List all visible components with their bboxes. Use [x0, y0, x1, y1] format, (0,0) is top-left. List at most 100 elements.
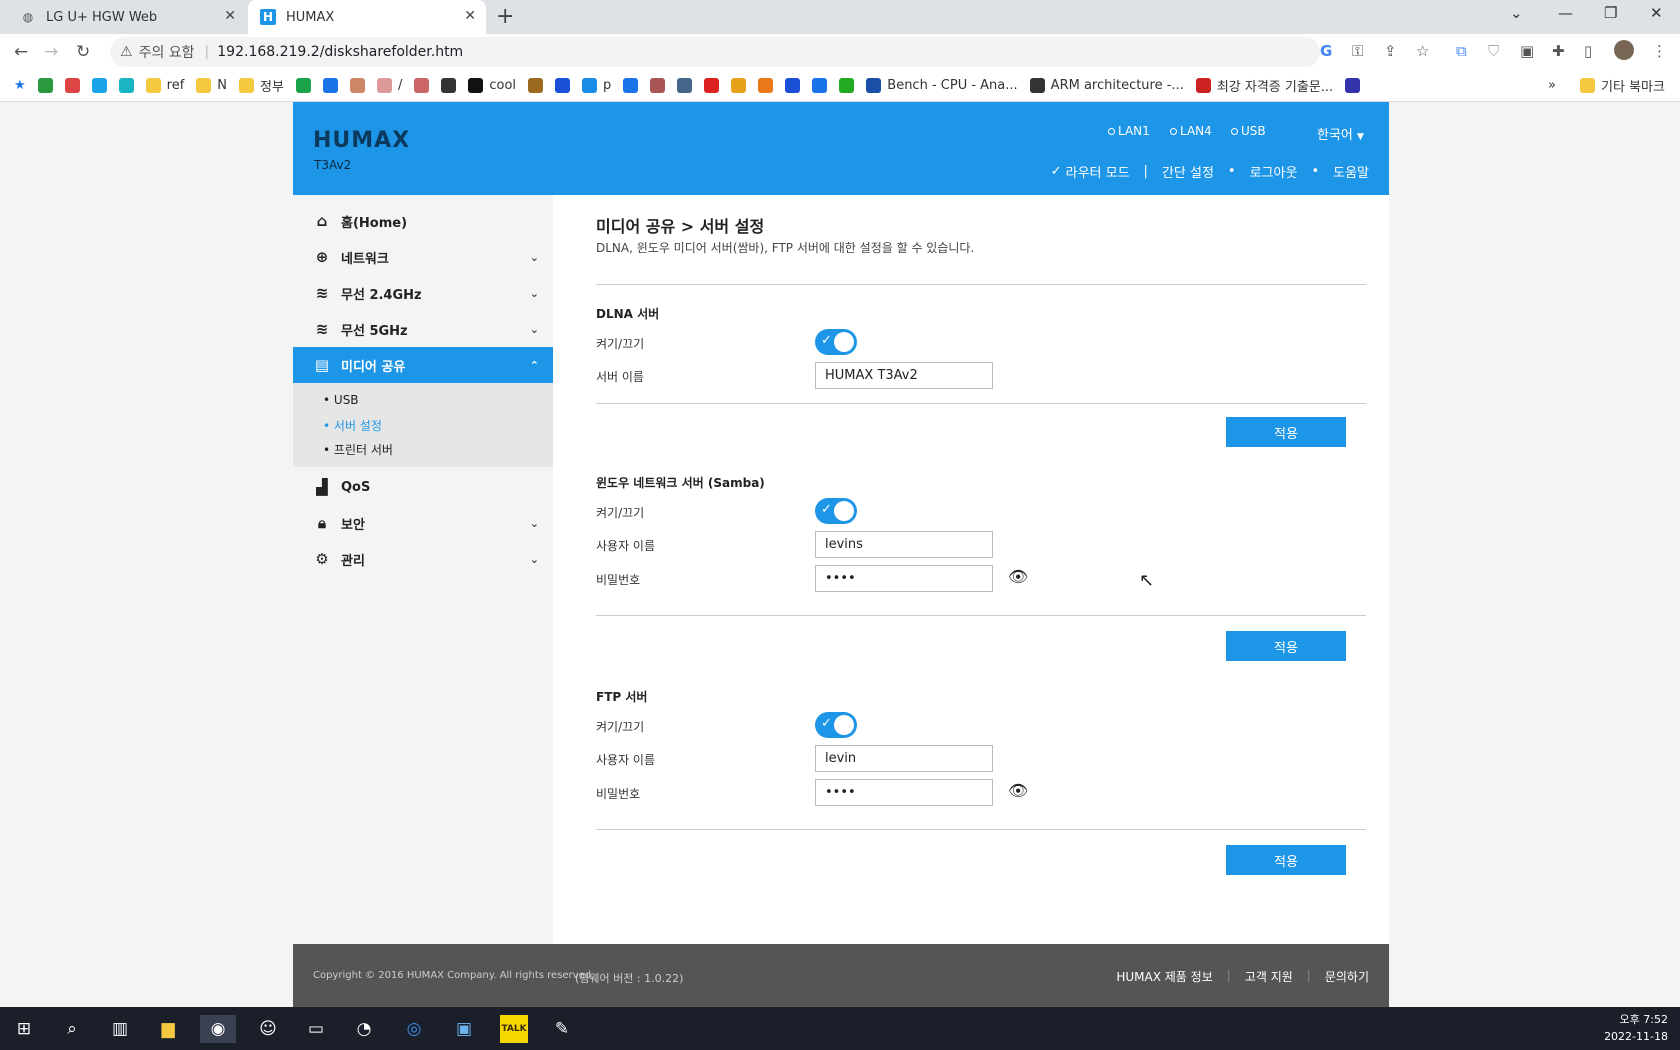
side-panel-icon[interactable]: ▯ — [1584, 42, 1592, 60]
contact-link[interactable]: 문의하기 — [1325, 968, 1369, 985]
router-mode-link[interactable]: 라우터 모드 — [1066, 162, 1130, 181]
bookmark-item[interactable]: cool — [468, 76, 516, 95]
samba-toggle[interactable]: ✓ — [815, 498, 857, 524]
sidebar-item-wifi-24[interactable]: ≋ 무선 2.4GHz ⌄ — [293, 275, 553, 311]
bookmark-item[interactable] — [785, 76, 801, 95]
ftp-toggle[interactable]: ✓ — [815, 712, 857, 738]
app-icon[interactable]: ☺ — [254, 1015, 282, 1043]
close-tab-icon[interactable]: ✕ — [224, 8, 236, 24]
submenu-item-server-settings[interactable]: • 서버 설정 — [323, 417, 382, 434]
bookmark-item[interactable]: ARM architecture -... — [1029, 76, 1184, 95]
eye-icon[interactable]: 👁︎ — [1008, 567, 1028, 586]
bookmark-item[interactable] — [839, 76, 855, 95]
language-select[interactable]: 한국어 ▼ — [1317, 124, 1364, 143]
translate-icon[interactable]: ⧉ — [1456, 42, 1467, 60]
file-explorer-icon[interactable]: ▆ — [154, 1015, 182, 1043]
puzzle-icon[interactable]: ✚ — [1552, 42, 1565, 60]
bookmark-item[interactable] — [295, 76, 311, 95]
key-icon[interactable]: ⚿ — [1352, 42, 1363, 60]
bookmark-item[interactable] — [758, 76, 774, 95]
search-icon[interactable]: ⌕ — [58, 1015, 86, 1043]
chrome-icon[interactable]: ◉ — [200, 1015, 236, 1043]
star-icon[interactable]: ☆ — [1416, 42, 1429, 60]
bookmark-item[interactable]: Bench - CPU - Ana... — [866, 76, 1018, 95]
google-icon[interactable]: G — [1320, 42, 1332, 60]
bookmark-item[interactable]: N — [196, 76, 227, 95]
bookmark-item[interactable] — [414, 76, 430, 95]
tab-search-icon[interactable]: ⌄ — [1510, 4, 1523, 22]
app-icon[interactable]: ◔ — [350, 1015, 378, 1043]
browser-tab-lg-hgw[interactable]: ◍ LG U+ HGW Web ✕ — [8, 0, 246, 34]
bookmark-item[interactable] — [623, 76, 639, 95]
bookmark-star-icon[interactable]: ★ — [14, 78, 26, 93]
submenu-item-usb[interactable]: • USB — [323, 393, 359, 407]
other-bookmarks[interactable]: 기타 북마크 — [1580, 76, 1665, 95]
dlna-toggle[interactable]: ✓ — [815, 329, 857, 355]
warning-icon[interactable]: ⚠ — [120, 44, 133, 60]
bookmark-item[interactable] — [64, 76, 80, 95]
app-icon[interactable]: ◎ — [400, 1015, 428, 1043]
sidebar-item-admin[interactable]: ⚙ 관리 ⌄ — [293, 541, 553, 577]
logout-link[interactable]: 로그아웃 — [1250, 162, 1298, 181]
sidebar-item-home[interactable]: ⌂ 홈(Home) — [293, 203, 553, 239]
windows-start-icon[interactable]: ⊞ — [10, 1015, 38, 1043]
product-info-link[interactable]: HUMAX 제품 정보 — [1116, 968, 1212, 985]
samba-password-input[interactable] — [815, 565, 993, 592]
menu-icon[interactable]: ⋮ — [1652, 42, 1667, 60]
new-tab-button[interactable]: + — [496, 4, 514, 29]
bookmark-item[interactable] — [1345, 76, 1361, 95]
help-link[interactable]: 도움말 — [1333, 162, 1369, 181]
system-clock[interactable]: 오후 7:52 2022-11-18 — [1604, 1011, 1668, 1045]
avatar[interactable] — [1614, 40, 1634, 60]
bookmark-item[interactable] — [704, 76, 720, 95]
bookmark-item[interactable] — [650, 76, 666, 95]
browser-tab-humax[interactable]: H HUMAX ✕ — [248, 0, 486, 34]
bookmark-item[interactable]: / — [376, 76, 402, 95]
sidebar-item-security[interactable]: 🔒︎ 보안 ⌄ — [293, 505, 553, 541]
ftp-password-input[interactable] — [815, 779, 993, 806]
more-bookmarks-icon[interactable]: » — [1548, 78, 1556, 93]
extension-icon[interactable]: ▣ — [1520, 42, 1534, 60]
ftp-apply-button[interactable]: 적용 — [1226, 845, 1346, 875]
bookmark-item[interactable]: ref — [145, 76, 184, 95]
paint-icon[interactable]: ✎ — [548, 1015, 576, 1043]
support-link[interactable]: 고객 지원 — [1245, 968, 1293, 985]
forward-icon[interactable]: → — [44, 42, 58, 62]
bookmark-item[interactable] — [91, 76, 107, 95]
close-tab-icon[interactable]: ✕ — [464, 8, 476, 24]
security-warning-text[interactable]: 주의 요함 — [139, 42, 195, 62]
omnibox[interactable]: ⚠ 주의 요함 | 192.168.219.2/disksharefolder.… — [110, 37, 1320, 67]
bookmark-item[interactable] — [677, 76, 693, 95]
bookmark-item[interactable] — [528, 76, 544, 95]
dlna-server-name-input[interactable] — [815, 362, 993, 389]
kakaotalk-icon[interactable]: TALK — [500, 1015, 528, 1043]
url-text[interactable]: 192.168.219.2/disksharefolder.htm — [217, 44, 463, 60]
eye-icon[interactable]: 👁︎ — [1008, 781, 1028, 800]
minimize-button[interactable]: — — [1558, 4, 1573, 22]
bookmark-item[interactable] — [322, 76, 338, 95]
samba-username-input[interactable] — [815, 531, 993, 558]
share-icon[interactable]: ⇪ — [1384, 42, 1397, 60]
ftp-username-input[interactable] — [815, 745, 993, 772]
sidebar-item-qos[interactable]: ▟ QoS — [293, 469, 553, 505]
bookmark-item[interactable]: 최강 자격증 기출문... — [1195, 76, 1333, 95]
quick-setup-link[interactable]: 간단 설정 — [1162, 162, 1214, 181]
reload-icon[interactable]: ↻ — [76, 42, 90, 62]
bookmark-item[interactable] — [118, 76, 134, 95]
samba-apply-button[interactable]: 적용 — [1226, 631, 1346, 661]
submenu-item-printer-server[interactable]: • 프린터 서버 — [323, 441, 393, 458]
humax-logo[interactable]: HUMAX — [313, 128, 410, 153]
sidebar-item-media-share[interactable]: ▤ 미디어 공유 ⌃ — [293, 347, 553, 383]
shield-icon[interactable]: ⛉ — [1488, 42, 1499, 60]
bookmark-item[interactable]: p — [582, 76, 611, 95]
restore-button[interactable]: ❐ — [1604, 4, 1617, 22]
bookmark-item[interactable] — [812, 76, 828, 95]
task-view-icon[interactable]: ▥ — [106, 1015, 134, 1043]
bookmark-item[interactable] — [441, 76, 457, 95]
close-window-button[interactable]: ✕ — [1650, 4, 1663, 22]
bookmark-item[interactable] — [555, 76, 571, 95]
bookmark-item[interactable]: 정부 — [239, 76, 284, 95]
bookmark-item[interactable] — [349, 76, 365, 95]
sidebar-item-network[interactable]: ⊕ 네트워크 ⌄ — [293, 239, 553, 275]
bookmark-item[interactable] — [37, 76, 53, 95]
